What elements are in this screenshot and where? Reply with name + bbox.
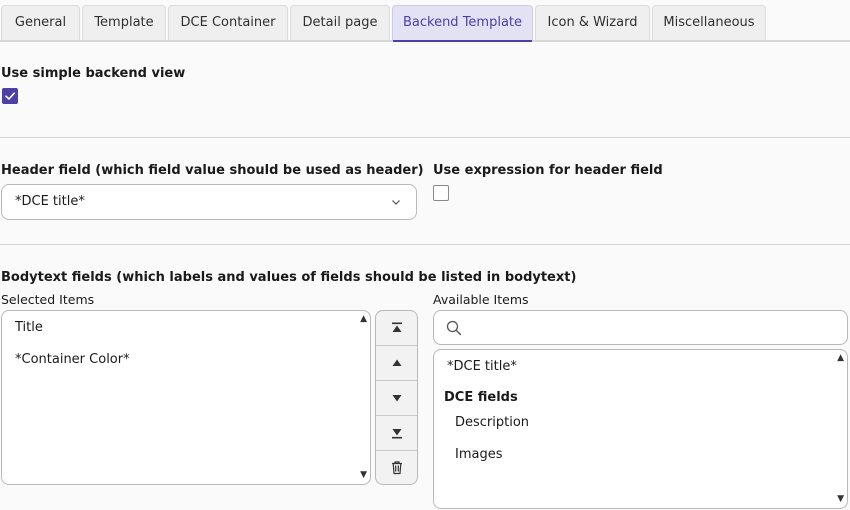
tab-backend-template[interactable]: Backend Template: [392, 5, 533, 42]
use-expression-checkbox[interactable]: [433, 185, 449, 201]
move-top-icon: [391, 322, 402, 332]
move-up-button[interactable]: [376, 345, 417, 379]
header-field-value: *DCE title*: [15, 194, 85, 209]
scroll-down-icon[interactable]: ▼: [360, 471, 367, 480]
remove-button[interactable]: [376, 450, 417, 484]
simple-backend-label: Use simple backend view: [1, 66, 186, 81]
list-item[interactable]: *Container Color*: [15, 352, 130, 367]
scroll-down-icon[interactable]: ▼: [837, 495, 844, 504]
list-item[interactable]: Title: [15, 320, 43, 335]
tab-bar: General Template DCE Container Detail pa…: [0, 5, 850, 42]
sort-button-group: [375, 310, 418, 485]
available-items-search-input[interactable]: [433, 310, 848, 345]
tab-miscellaneous[interactable]: Miscellaneous: [652, 5, 766, 40]
list-item[interactable]: Description: [455, 415, 529, 430]
option-group-label: DCE fields: [444, 390, 518, 405]
trash-icon: [391, 461, 402, 475]
bodytext-fields-label: Bodytext fields (which labels and values…: [1, 270, 577, 285]
list-item[interactable]: *DCE title*: [447, 359, 517, 374]
move-bottom-icon: [391, 428, 402, 438]
list-item[interactable]: Images: [455, 447, 503, 462]
move-to-bottom-button[interactable]: [376, 415, 417, 449]
use-expression-label: Use expression for header field: [433, 163, 663, 178]
move-down-icon: [392, 394, 401, 401]
selected-items-list[interactable]: Title *Container Color* ▲ ▼: [1, 310, 371, 485]
available-items-label: Available Items: [433, 292, 529, 307]
scroll-up-icon[interactable]: ▲: [837, 354, 844, 363]
search-icon: [446, 320, 462, 336]
checkmark-icon: [5, 92, 15, 100]
available-items-list[interactable]: *DCE title* DCE fields Description Image…: [433, 349, 848, 509]
simple-backend-checkbox[interactable]: [2, 88, 18, 104]
divider: [0, 244, 850, 245]
move-down-button[interactable]: [376, 380, 417, 414]
chevron-down-icon: [392, 200, 400, 205]
move-up-icon: [392, 359, 401, 366]
tab-detail-page[interactable]: Detail page: [290, 5, 390, 40]
selected-items-label: Selected Items: [1, 292, 95, 307]
tab-dce-container[interactable]: DCE Container: [168, 5, 288, 40]
scroll-up-icon[interactable]: ▲: [360, 315, 367, 324]
header-field-label: Header field (which field value should b…: [1, 163, 424, 178]
move-to-top-button[interactable]: [376, 311, 417, 345]
tab-icon-wizard[interactable]: Icon & Wizard: [535, 5, 650, 40]
divider: [0, 137, 850, 138]
tab-general[interactable]: General: [1, 5, 80, 40]
tab-template[interactable]: Template: [82, 5, 166, 40]
header-field-select[interactable]: *DCE title*: [1, 184, 417, 220]
